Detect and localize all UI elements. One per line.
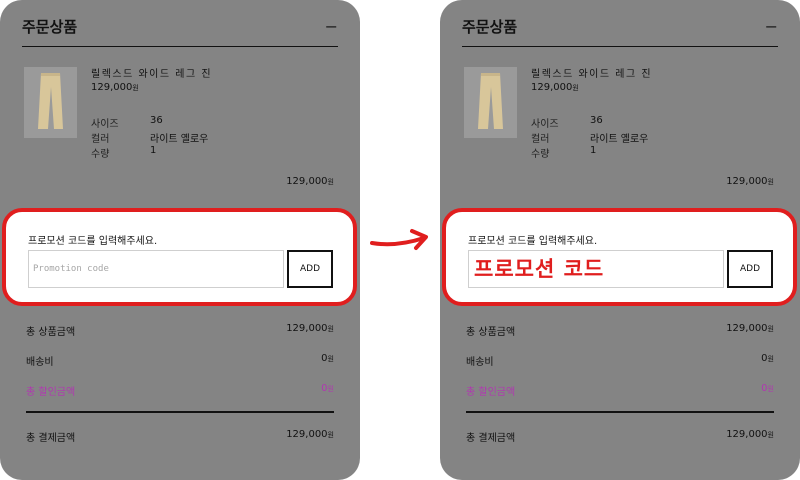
product-name[interactable]: 릴렉스드 와이드 레그 진 bbox=[91, 65, 212, 80]
product-thumbnail[interactable] bbox=[24, 67, 77, 138]
option-label-size: 사이즈 bbox=[531, 119, 559, 130]
payment-total-value: 129,000원 bbox=[726, 429, 774, 440]
jeans-image bbox=[478, 73, 503, 129]
payment-total-value: 129,000원 bbox=[286, 429, 334, 440]
section-title: 주문상품 bbox=[462, 18, 518, 36]
product-name[interactable]: 릴렉스드 와이드 레그 진 bbox=[531, 65, 652, 80]
shipping-label: 배송비 bbox=[26, 357, 54, 368]
section-title: 주문상품 bbox=[22, 18, 78, 36]
product-price: 129,000원 bbox=[531, 82, 579, 93]
promo-code-label: 프로모션 코드를 입력해주세요. bbox=[28, 236, 158, 247]
option-value-size: 36 bbox=[150, 115, 163, 126]
option-value-quantity: 1 bbox=[150, 145, 157, 156]
discount-label: 총 할인금액 bbox=[26, 387, 76, 398]
payment-total-label: 총 결제금액 bbox=[466, 433, 516, 444]
product-total-label: 총 상품금액 bbox=[26, 327, 76, 338]
item-subtotal: 129,000원 bbox=[726, 176, 774, 187]
promo-code-input[interactable] bbox=[28, 250, 284, 288]
shipping-value: 0원 bbox=[321, 353, 334, 364]
discount-value: 0원 bbox=[761, 383, 774, 394]
arrow-right-icon bbox=[370, 229, 428, 250]
jeans-image bbox=[38, 73, 63, 129]
product-total-value: 129,000원 bbox=[286, 323, 334, 334]
promo-code-section-highlight: 프로모션 코드를 입력해주세요. 프로모션 코드 ADD bbox=[442, 208, 797, 306]
product-price: 129,000원 bbox=[91, 82, 139, 93]
summary-divider bbox=[26, 411, 334, 413]
header-divider bbox=[462, 46, 778, 47]
option-value-color: 라이트 옐로우 bbox=[150, 134, 209, 145]
collapse-icon[interactable]: − bbox=[765, 19, 778, 35]
item-subtotal: 129,000원 bbox=[286, 176, 334, 187]
add-promo-button[interactable]: ADD bbox=[727, 250, 773, 288]
summary-divider bbox=[466, 411, 774, 413]
product-total-value: 129,000원 bbox=[726, 323, 774, 334]
discount-label: 총 할인금액 bbox=[466, 387, 516, 398]
option-value-color: 라이트 옐로우 bbox=[590, 134, 649, 145]
option-value-quantity: 1 bbox=[590, 145, 597, 156]
option-label-color: 컬러 bbox=[91, 134, 110, 145]
option-label-color: 컬러 bbox=[531, 134, 550, 145]
option-value-size: 36 bbox=[590, 115, 603, 126]
add-promo-button[interactable]: ADD bbox=[287, 250, 333, 288]
product-thumbnail[interactable] bbox=[464, 67, 517, 138]
payment-total-label: 총 결제금액 bbox=[26, 433, 76, 444]
option-label-quantity: 수량 bbox=[91, 149, 110, 160]
promo-code-label: 프로모션 코드를 입력해주세요. bbox=[468, 236, 598, 247]
option-label-size: 사이즈 bbox=[91, 119, 119, 130]
promo-code-section-highlight: 프로모션 코드를 입력해주세요. ADD bbox=[2, 208, 357, 306]
product-total-label: 총 상품금액 bbox=[466, 327, 516, 338]
collapse-icon[interactable]: − bbox=[325, 19, 338, 35]
shipping-value: 0원 bbox=[761, 353, 774, 364]
option-label-quantity: 수량 bbox=[531, 149, 550, 160]
promo-code-annotation: 프로모션 코드 bbox=[474, 257, 605, 281]
discount-value: 0원 bbox=[321, 383, 334, 394]
header-divider bbox=[22, 46, 338, 47]
shipping-label: 배송비 bbox=[466, 357, 494, 368]
